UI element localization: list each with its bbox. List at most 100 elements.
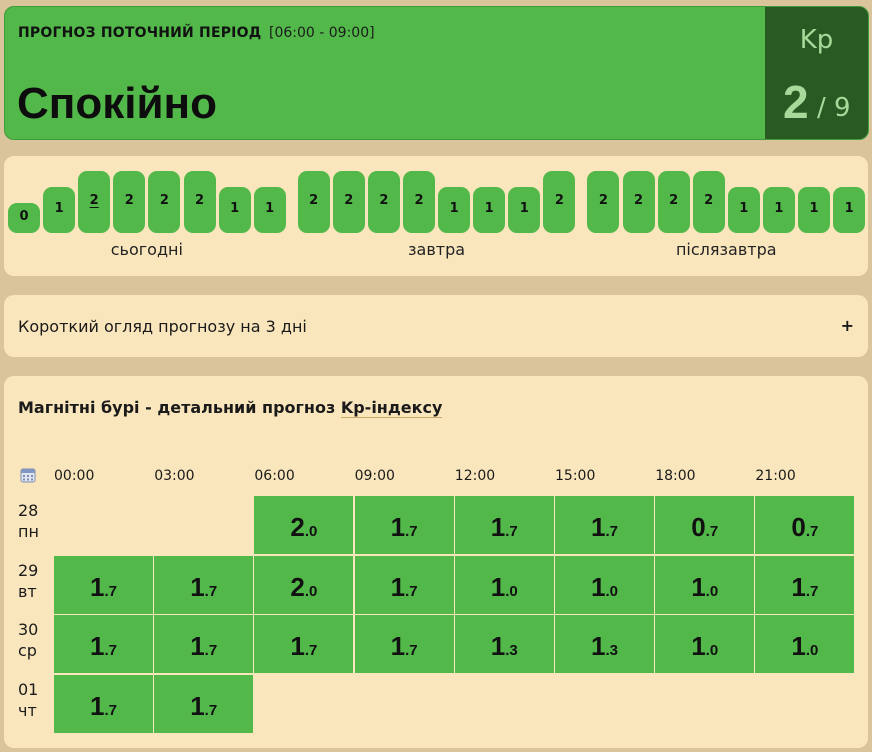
row-date-label: 29 вт — [18, 560, 48, 602]
kp-max: / 9 — [817, 93, 851, 123]
kp-bar: 1 — [508, 187, 541, 233]
kp-box: Kp 2 / 9 — [765, 7, 868, 139]
time-label: 18:00 — [655, 468, 696, 484]
kp-bar-value: 2 — [124, 193, 134, 208]
kp-value: 2 — [783, 76, 809, 128]
kp-bar: 2 — [692, 171, 725, 233]
kp-cell: 1.7 — [54, 615, 153, 673]
kp-cell-value: 1.0 — [791, 631, 819, 661]
time-label: 00:00 — [54, 468, 95, 484]
day-label: завтра — [408, 240, 466, 259]
kp-bar: 2 — [113, 171, 146, 233]
time-label: 09:00 — [354, 468, 395, 484]
forecast-bars-card: 0 1 2 2 2 2 1 1 2 2 2 2 1 1 1 2 2 2 2 2 1 1 1 1 сьогодні завтра пі… — [4, 156, 868, 276]
kp-cell-value: 1.0 — [691, 631, 719, 661]
kp-bar: 1 — [43, 187, 76, 233]
row-weekday: пн — [18, 522, 39, 541]
row-weekday: чт — [18, 700, 37, 720]
kp-bar: 2 — [78, 171, 111, 233]
kp-cell: 1.7 — [555, 496, 654, 554]
kp-cell: 0.7 — [655, 496, 755, 554]
kp-cell-value: 1.0 — [691, 571, 719, 602]
kp-bar-value: 1 — [809, 201, 819, 216]
kp-bar-value: 2 — [598, 193, 608, 208]
kp-bar-value: 2 — [194, 193, 205, 208]
row-date-label: 30 ср — [18, 619, 48, 661]
kp-cell: 1.0 — [454, 555, 554, 614]
kp-bar-value: 2 — [704, 193, 714, 208]
kp-cell-value: 2.0 — [290, 512, 318, 542]
kp-cell-value: 1.0 — [490, 571, 518, 602]
kp-cell-value: 1.7 — [90, 690, 117, 721]
kp-cell: 1.7 — [354, 496, 454, 554]
kp-bar-value: 1 — [774, 201, 784, 216]
kp-bar: 0 — [8, 203, 40, 233]
kp-bar-value: 2 — [344, 193, 354, 208]
kp-bar: 2 — [297, 171, 330, 233]
kp-bar-value: 2 — [414, 193, 424, 208]
kp-bar-value: 2 — [669, 193, 679, 208]
kp-bar: 2 — [403, 171, 435, 233]
kp-cell: 1.7 — [254, 615, 354, 673]
kp-cell: 1.7 — [154, 615, 254, 673]
kp-cell-value: 1.7 — [791, 571, 819, 602]
kp-bar-value: 2 — [379, 193, 389, 208]
kp-cell: 1.7 — [154, 674, 254, 733]
kp-cell: 1.0 — [655, 615, 755, 673]
summary-accordion[interactable]: Короткий огляд прогнозу на 3 дні + — [4, 295, 868, 357]
kp-cell-value: 1.3 — [490, 631, 518, 661]
kp-bar-value: 0 — [19, 209, 29, 224]
kp-cell: 0.7 — [755, 496, 855, 554]
kp-bar: 1 — [473, 187, 506, 233]
time-label: 06:00 — [254, 468, 295, 484]
time-label: 12:00 — [454, 468, 496, 484]
row-date: 01 — [18, 679, 39, 699]
kp-bar: 1 — [798, 187, 830, 233]
period-title: ПРОГНОЗ ПОТОЧНИЙ ПЕРІОД — [18, 25, 262, 41]
kp-cell-value: 0.7 — [791, 512, 819, 542]
kp-bar: 2 — [543, 171, 576, 233]
kp-cell: 2.0 — [254, 555, 354, 614]
kp-bar-value: 1 — [844, 201, 854, 216]
kp-cell-value: 1.7 — [190, 631, 218, 661]
kp-label: Kp — [799, 25, 834, 55]
kp-index-link[interactable]: Kp-індексу — [340, 398, 443, 418]
kp-cell: 1.0 — [655, 555, 755, 614]
kp-cell-value: 1.7 — [390, 631, 418, 661]
row-date: 29 — [18, 560, 39, 580]
kp-cell-value: 1.7 — [190, 571, 218, 602]
row-date-label: 28 пн — [18, 500, 48, 542]
kp-bar: 2 — [587, 171, 620, 233]
kp-cell: 1.7 — [54, 674, 153, 733]
row-weekday: ср — [18, 641, 37, 660]
kp-cell-value: 0.7 — [691, 512, 719, 542]
time-label: 15:00 — [555, 468, 596, 484]
kp-cell-value: 2.0 — [290, 571, 318, 602]
period-range: [06:00 - 09:00] — [269, 25, 375, 41]
kp-cell-value: 1.7 — [390, 571, 418, 602]
detail-title-prefix: Магнітні бурі - детальний прогноз — [18, 398, 341, 417]
summary-text: Короткий огляд прогнозу на 3 дні — [18, 317, 307, 336]
time-label: 03:00 — [154, 468, 195, 484]
kp-cell-value: 1.7 — [290, 631, 318, 661]
kp-bar-value: 1 — [449, 201, 459, 216]
day-label: післязавтра — [675, 240, 777, 259]
kp-bar: 2 — [657, 171, 690, 233]
kp-cell: 1.7 — [154, 555, 254, 614]
kp-bar-value: 2 — [89, 193, 99, 208]
kp-cell: 2.0 — [254, 496, 354, 554]
kp-bar: 2 — [367, 171, 400, 233]
kp-cell: 1.7 — [354, 555, 454, 614]
kp-bar: 2 — [622, 171, 655, 233]
kp-cell-value: 1.7 — [490, 512, 518, 542]
kp-cell: 1.3 — [555, 615, 654, 673]
kp-bar-value: 2 — [159, 193, 169, 208]
kp-bar: 2 — [183, 171, 216, 233]
kp-cell: 1.7 — [454, 496, 554, 554]
kp-bar: 1 — [438, 187, 471, 233]
expand-button[interactable]: + — [841, 316, 854, 335]
kp-bar-value: 2 — [633, 193, 644, 208]
kp-bar: 2 — [148, 171, 181, 233]
row-date: 30 — [18, 620, 39, 639]
kp-cell-value: 1.0 — [591, 571, 618, 602]
